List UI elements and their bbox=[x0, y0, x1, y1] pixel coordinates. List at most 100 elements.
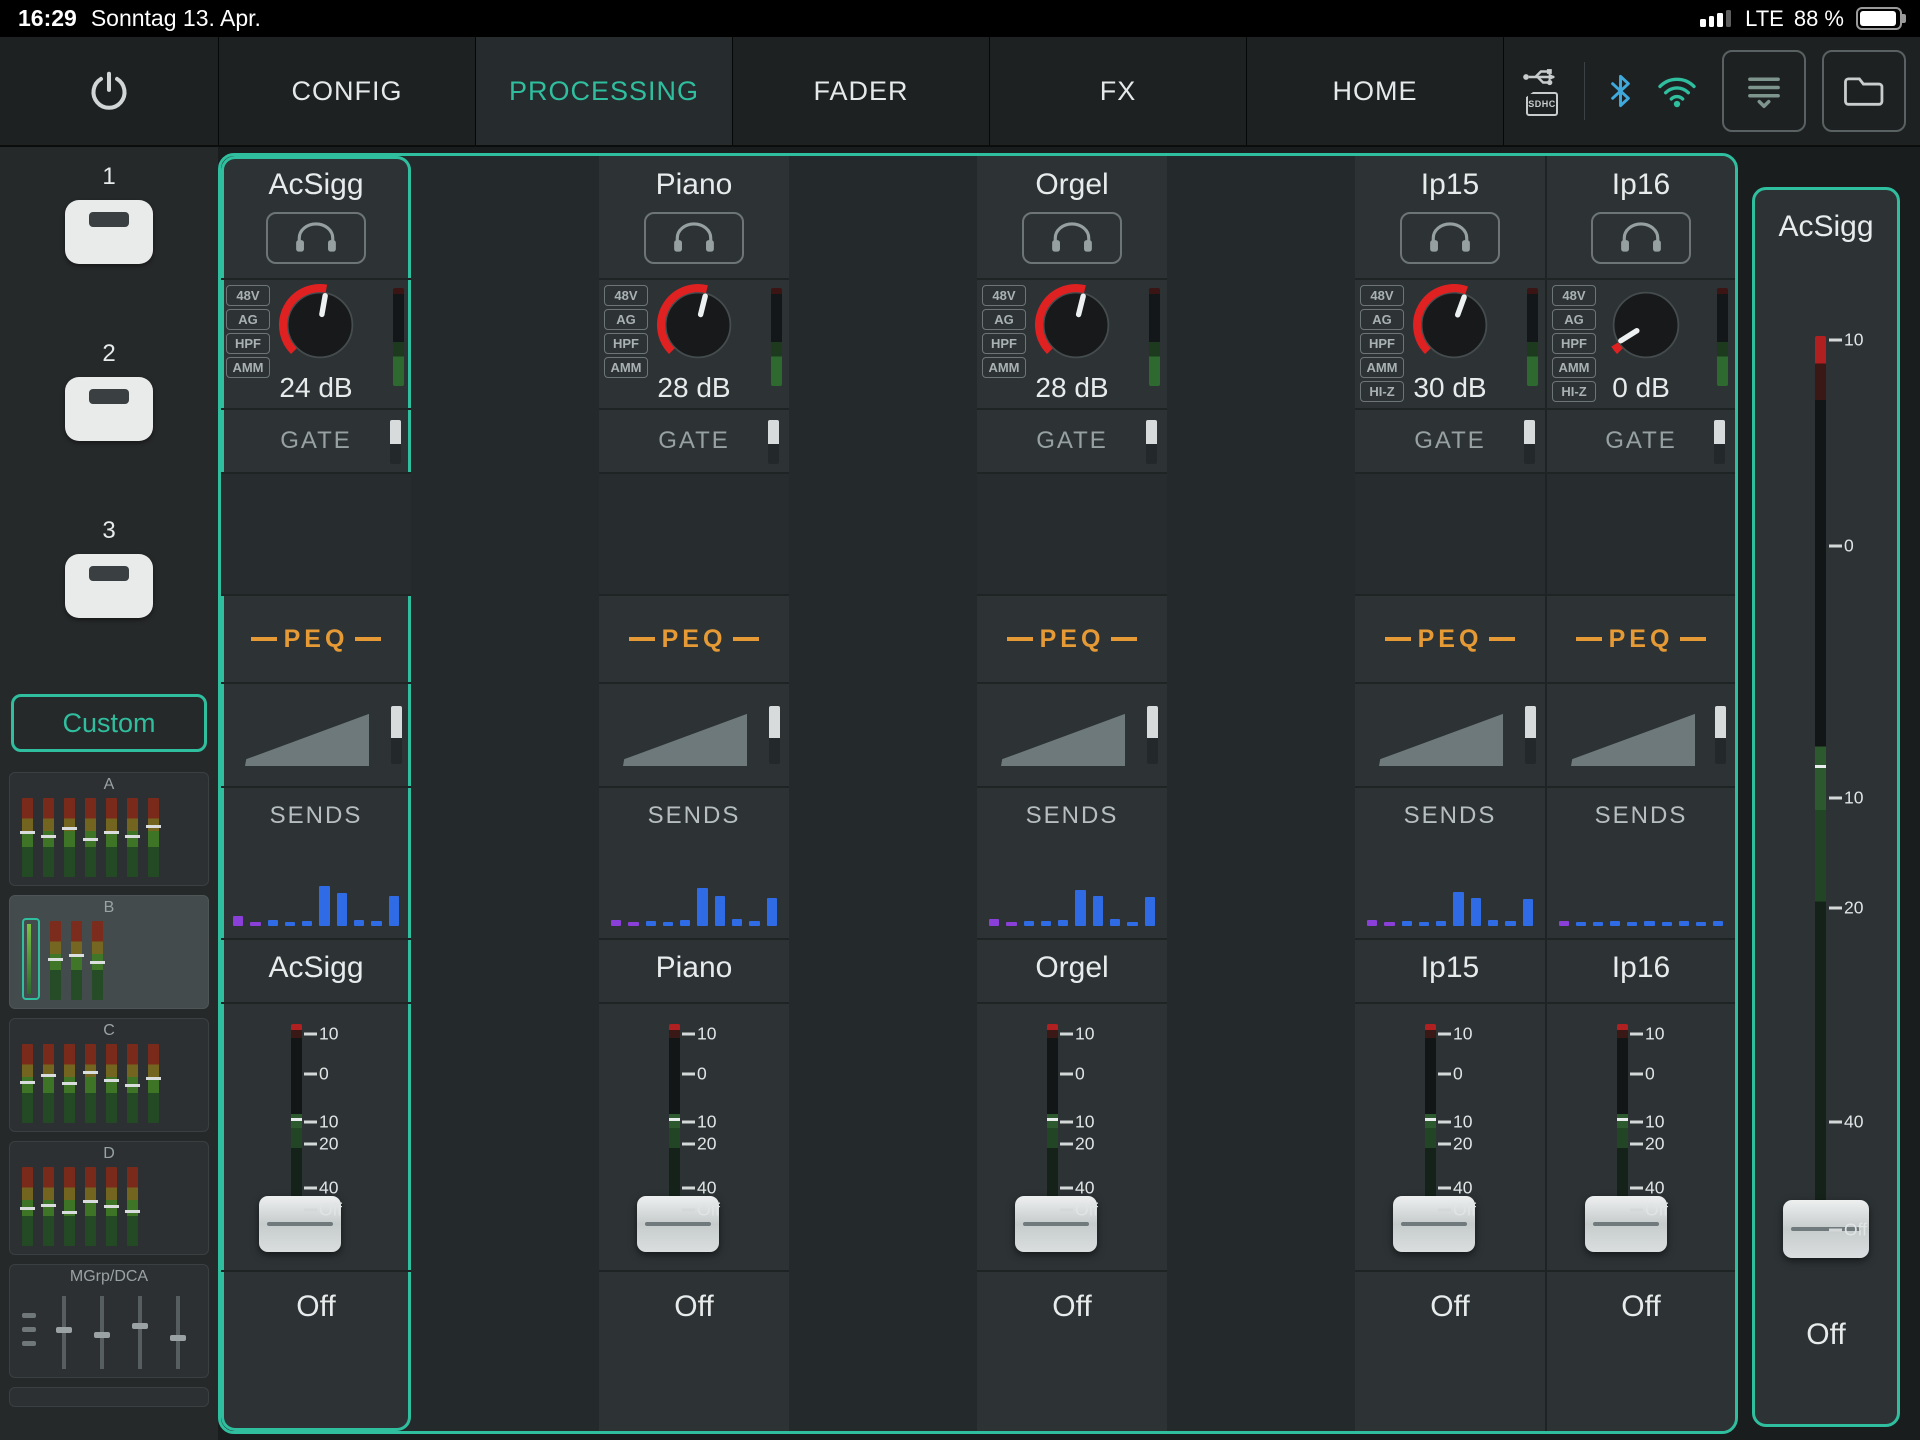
fader-scale-mark: Off bbox=[1060, 1200, 1098, 1221]
master-strip[interactable]: AcSigg Off 100102040Off bbox=[1752, 187, 1900, 1427]
sends-meter bbox=[989, 862, 1155, 926]
bank-list: AB CD MGrp/DCA bbox=[0, 772, 218, 1407]
power-button[interactable] bbox=[0, 37, 218, 145]
gate-section[interactable]: GATE bbox=[221, 408, 411, 472]
channel-strip-Ip15[interactable]: Ip15 48VAGHPFAMMHI-Z 30 dB bbox=[1355, 156, 1545, 1431]
sends-section[interactable]: SENDS bbox=[599, 786, 789, 938]
fader-section[interactable]: 100102040Off bbox=[977, 1002, 1167, 1270]
sends-section[interactable]: SENDS bbox=[1355, 786, 1545, 938]
fader-scale-mark: 20 bbox=[1829, 898, 1863, 919]
tab-fader[interactable]: FADER bbox=[732, 37, 989, 145]
solo-button[interactable] bbox=[1591, 212, 1691, 264]
fader-scale-mark: 0 bbox=[1829, 536, 1854, 557]
gain-knob[interactable] bbox=[1409, 280, 1499, 370]
compressor-section[interactable] bbox=[1547, 682, 1735, 786]
channel-button-3[interactable] bbox=[65, 554, 153, 618]
compressor-section[interactable] bbox=[1355, 682, 1545, 786]
solo-button[interactable] bbox=[1022, 212, 1122, 264]
sends-section[interactable]: SENDS bbox=[1547, 786, 1735, 938]
input-section[interactable]: 48VAGHPFAMMHI-Z 30 dB bbox=[1355, 278, 1545, 408]
channel-select-group: 3 bbox=[0, 517, 218, 618]
channel-name: Ip15 bbox=[1355, 156, 1545, 202]
storage-icons: SDHC bbox=[1522, 66, 1562, 116]
gain-knob[interactable] bbox=[1601, 280, 1691, 370]
folder-icon bbox=[1842, 73, 1886, 109]
bank-thumb-partial[interactable] bbox=[9, 1387, 209, 1407]
fader-cap-glyph bbox=[89, 389, 129, 404]
bank-label: B bbox=[10, 899, 208, 917]
headphones-icon bbox=[293, 222, 339, 254]
fader-scale-mark: 10 bbox=[1630, 1024, 1664, 1045]
channel-number-label: 1 bbox=[102, 163, 115, 191]
bank-thumb-B[interactable]: B bbox=[9, 895, 209, 1009]
solo-button[interactable] bbox=[266, 212, 366, 264]
mixer-app: 16:29 Sonntag 13. Apr. LTE 88 % CONFIGPR… bbox=[0, 0, 1920, 1440]
bank-thumb-D[interactable]: D bbox=[9, 1141, 209, 1255]
headphones-icon bbox=[1618, 222, 1664, 254]
scenes-button[interactable] bbox=[1722, 50, 1806, 132]
fader-section[interactable]: 100102040Off bbox=[599, 1002, 789, 1270]
solo-button[interactable] bbox=[1400, 212, 1500, 264]
tab-config[interactable]: CONFIG bbox=[218, 37, 475, 145]
peq-section[interactable]: PEQ bbox=[599, 594, 789, 682]
gate-section[interactable]: GATE bbox=[1355, 408, 1545, 472]
peq-section[interactable]: PEQ bbox=[1547, 594, 1735, 682]
peq-section[interactable]: PEQ bbox=[977, 594, 1167, 682]
channel-strip-AcSigg[interactable]: AcSigg 48VAGHPFAMM 24 dB bbox=[221, 156, 411, 1431]
tab-home[interactable]: HOME bbox=[1246, 37, 1503, 145]
channel-button-2[interactable] bbox=[65, 377, 153, 441]
solo-button[interactable] bbox=[644, 212, 744, 264]
gate-section[interactable]: GATE bbox=[1547, 408, 1735, 472]
gain-knob[interactable] bbox=[653, 280, 743, 370]
channel-strip-Ip16[interactable]: Ip16 48VAGHPFAMMHI-Z 0 dB bbox=[1545, 156, 1735, 1431]
input-section[interactable]: 48VAGHPFAMM 28 dB bbox=[599, 278, 789, 408]
sends-section[interactable]: SENDS bbox=[221, 786, 411, 938]
peq-label: PEQ bbox=[1418, 625, 1483, 654]
peq-section[interactable]: PEQ bbox=[221, 594, 411, 682]
compressor-section[interactable] bbox=[599, 682, 789, 786]
empty-channel-slot bbox=[1167, 156, 1355, 1431]
compressor-section[interactable] bbox=[977, 682, 1167, 786]
status-battery-percent: 88 % bbox=[1794, 6, 1844, 32]
input-section[interactable]: 48VAGHPFAMM 24 dB bbox=[221, 278, 411, 408]
gate-meter bbox=[768, 420, 779, 464]
bank-label: MGrp/DCA bbox=[10, 1268, 208, 1286]
tab-fx[interactable]: FX bbox=[989, 37, 1246, 145]
input-section[interactable]: 48VAGHPFAMMHI-Z 0 dB bbox=[1547, 278, 1735, 408]
fader-section[interactable]: 100102040Off bbox=[1547, 1002, 1735, 1270]
channel-strip-Orgel[interactable]: Orgel 48VAGHPFAMM 28 dB G bbox=[977, 156, 1167, 1431]
fader-section[interactable]: 100102040Off bbox=[1355, 1002, 1545, 1270]
fader-scale-mark: 40 bbox=[1438, 1178, 1472, 1199]
gate-section[interactable]: GATE bbox=[599, 408, 789, 472]
input-section[interactable]: 48VAGHPFAMM 28 dB bbox=[977, 278, 1167, 408]
channel-strip-Piano[interactable]: Piano 48VAGHPFAMM 28 dB G bbox=[599, 156, 789, 1431]
gain-knob[interactable] bbox=[275, 280, 365, 370]
sends-section[interactable]: SENDS bbox=[977, 786, 1167, 938]
bank-thumb-MGrp-DCA[interactable]: MGrp/DCA bbox=[9, 1264, 209, 1378]
dynamics-section[interactable] bbox=[599, 472, 789, 594]
bank-thumb-A[interactable]: A bbox=[9, 772, 209, 886]
input-badge: 48V bbox=[226, 285, 270, 306]
dynamics-section[interactable] bbox=[977, 472, 1167, 594]
gain-value: 30 dB bbox=[1355, 372, 1545, 404]
peq-section[interactable]: PEQ bbox=[1355, 594, 1545, 682]
sends-meter bbox=[611, 862, 777, 926]
compressor-section[interactable] bbox=[221, 682, 411, 786]
channel-button-1[interactable] bbox=[65, 200, 153, 264]
bank-thumb-C[interactable]: C bbox=[9, 1018, 209, 1132]
dynamics-section[interactable] bbox=[221, 472, 411, 594]
custom-layer-button[interactable]: Custom bbox=[11, 694, 207, 752]
fader-section[interactable]: 100102040Off bbox=[221, 1002, 411, 1270]
gain-value: 0 dB bbox=[1547, 372, 1735, 404]
dynamics-section[interactable] bbox=[1547, 472, 1735, 594]
channel-name: AcSigg bbox=[221, 940, 411, 985]
peq-dash-left bbox=[629, 637, 655, 641]
input-badge: 48V bbox=[982, 285, 1026, 306]
gate-section[interactable]: GATE bbox=[977, 408, 1167, 472]
strip-footer-name: Piano bbox=[599, 938, 789, 1002]
tab-processing[interactable]: PROCESSING bbox=[475, 37, 732, 145]
fader-scale-mark: Off bbox=[682, 1200, 720, 1221]
gain-knob[interactable] bbox=[1031, 280, 1121, 370]
library-button[interactable] bbox=[1822, 50, 1906, 132]
dynamics-section[interactable] bbox=[1355, 472, 1545, 594]
